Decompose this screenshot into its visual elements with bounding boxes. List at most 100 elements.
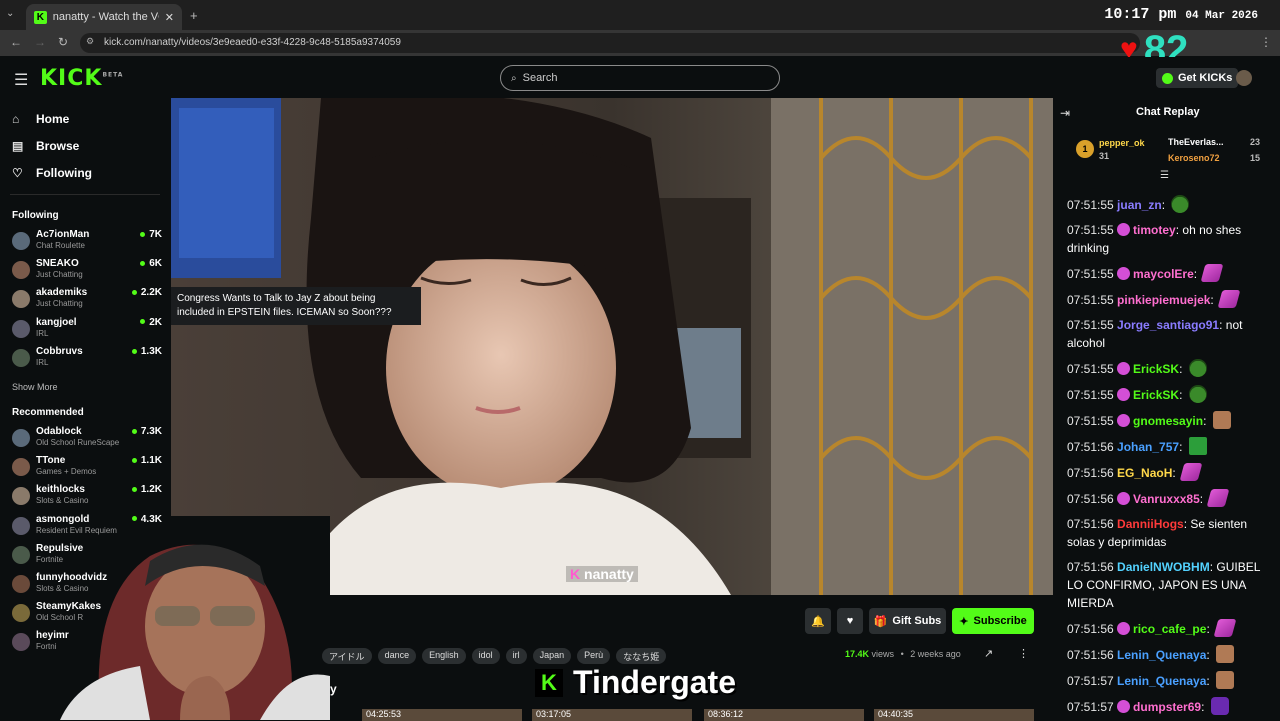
message-username[interactable]: gnomesayin (1133, 414, 1203, 428)
channel-category: Chat Roulette (36, 241, 85, 250)
sidebar-channel-item[interactable]: keithlocks Slots & Casino 1.2K (12, 484, 162, 512)
gift-icon: 🎁 (873, 615, 888, 628)
menu-icon[interactable]: ☰ (14, 70, 28, 90)
sidebar-channel-item[interactable]: SNEAKO Just Chatting 6K (12, 258, 162, 286)
channel-viewers: 2K (140, 317, 162, 328)
channel-avatar (12, 545, 30, 564)
tag-chip[interactable]: Perù (577, 648, 611, 664)
message-username[interactable]: maycolEre (1133, 267, 1194, 281)
message-colon: : (1179, 440, 1186, 454)
channel-name: Cobbruvs (36, 345, 83, 357)
subscriber-badge-icon (1117, 700, 1131, 713)
reload-icon[interactable]: ↻ (58, 35, 68, 49)
sidebar-channel-item[interactable]: funnyhoodvidz Slots & Casino (12, 572, 162, 600)
sidebar-channel-item[interactable]: Odablock Old School RuneScape 7.3K (12, 426, 162, 454)
chat-message: 07:51:55 ErickSK: (1067, 385, 1274, 404)
message-username[interactable]: rico_cafe_pe (1133, 622, 1206, 636)
sidebar-channel-item[interactable]: Repulsive Fortnite (12, 543, 162, 571)
sidebar-channel-item[interactable]: Ac7ionMan Chat Roulette 7K (12, 229, 162, 257)
sidebar-channel-item[interactable]: akademiks Just Chatting 2.2K (12, 287, 162, 315)
search-placeholder: Search (522, 72, 558, 84)
message-timestamp: 07:51:55 (1067, 267, 1118, 281)
clock-date: 04 Mar 2026 (1185, 10, 1258, 22)
channel-avatar (12, 487, 30, 506)
message-username[interactable]: Lenin_Quenaya (1117, 674, 1206, 688)
url-field[interactable]: kick.com/nanatty/videos/3e9eaed0-e33f-42… (80, 33, 1140, 53)
get-kicks-button[interactable]: Get KICKs (1156, 68, 1239, 88)
message-timestamp: 07:51:55 (1067, 414, 1118, 428)
tab-list-icon[interactable]: ⌄ (6, 8, 14, 19)
sidebar-channel-item[interactable]: SteamyKakes Old School R (12, 601, 162, 629)
nav-label: Home (36, 112, 70, 126)
clock-overlay: 10:17 pm 04 Mar 2026 (1104, 6, 1258, 23)
chat-filter-icon[interactable]: ☰ (1160, 170, 1169, 181)
user-avatar[interactable] (1236, 70, 1252, 86)
message-username[interactable]: ErickSK (1133, 388, 1179, 402)
kick-logo[interactable]: KICKBETA (40, 66, 123, 91)
overlay-text: Tindergate (573, 664, 736, 700)
new-tab-icon[interactable]: + (190, 8, 198, 23)
message-username[interactable]: timotey (1133, 223, 1176, 237)
message-username[interactable]: DanielNWOBHM (1117, 560, 1210, 574)
message-username[interactable]: dumpster69 (1133, 700, 1201, 714)
browser-tab[interactable]: K nanatty - Watch the VOD o ✕ (26, 4, 182, 30)
tag-chip[interactable]: アイドル (322, 648, 372, 664)
tag-chip[interactable]: dance (377, 648, 417, 664)
hand-emote-icon (1217, 290, 1241, 308)
message-username[interactable]: ErickSK (1133, 362, 1179, 376)
sidebar-channel-item[interactable]: kangjoel IRL 2K (12, 317, 162, 345)
sidebar-channel-item[interactable]: asmongold Resident Evil Requiem 4.3K (12, 514, 162, 542)
tag-chip[interactable]: idol (471, 648, 500, 664)
gift-leaderboard: 1 pepper_ok 31 TheEverlas... 23 Keroseno… (1076, 136, 1271, 168)
browser-menu-icon[interactable]: ⋮ (1260, 35, 1272, 49)
close-tab-icon[interactable]: ✕ (165, 11, 174, 24)
related-video-thumbnail[interactable]: 04:40:35 (874, 709, 1034, 721)
sidebar-nav-home[interactable]: ⌂ Home (12, 112, 69, 126)
subscribe-button[interactable]: ✦ Subscribe (952, 608, 1034, 634)
sidebar-channel-item[interactable]: heyimr Fortni (12, 630, 162, 658)
message-username[interactable]: juan_zn (1117, 198, 1162, 212)
message-username[interactable]: pinkiepiemuejek (1117, 293, 1210, 307)
more-options-icon[interactable]: ⋮ (1018, 647, 1029, 660)
tag-chip[interactable]: ななち姫 (616, 648, 667, 664)
share-icon[interactable]: ↗ (984, 647, 993, 660)
message-username[interactable]: DanniiHogs (1117, 517, 1184, 531)
tag-chip[interactable]: Japan (532, 648, 572, 664)
notification-bell-button[interactable]: 🔔 (805, 608, 831, 634)
sidebar-nav-browse[interactable]: ▤ Browse (12, 139, 79, 153)
message-timestamp: 07:51:55 (1067, 362, 1118, 376)
subscriber-badge-icon (1117, 267, 1131, 280)
related-video-thumbnail[interactable]: 03:17:05 (532, 709, 692, 721)
search-input[interactable]: ⌕ Search (500, 65, 780, 91)
get-kicks-label: Get KICKs (1178, 72, 1233, 84)
related-video-thumbnail[interactable]: 08:36:12 (704, 709, 864, 721)
chat-message: 07:51:56 Vanruxxx85: (1067, 489, 1274, 508)
channel-category: Fortnite (36, 554, 64, 564)
collapse-chat-icon[interactable]: ⇥ (1060, 106, 1070, 120)
message-username[interactable]: Lenin_Quenaya (1117, 648, 1206, 662)
message-username[interactable]: EG_NaoH (1117, 466, 1172, 480)
chat-message: 07:51:55 juan_zn: (1067, 195, 1274, 214)
message-username[interactable]: Vanruxxx85 (1133, 492, 1200, 506)
channel-viewers: 7K (140, 229, 162, 240)
chat-message: 07:51:56 DanielNWOBHM: GUIBEL LO CONFIRM… (1067, 558, 1274, 612)
related-video-thumbnail[interactable]: 04:25:53 (362, 709, 522, 721)
tag-chip[interactable]: irl (505, 648, 527, 664)
face-emote-icon (1216, 671, 1235, 689)
gift-subs-button[interactable]: 🎁 Gift Subs (869, 608, 946, 634)
tag-chip[interactable]: English (422, 648, 466, 664)
sidebar-nav-following[interactable]: ♡ Following (12, 166, 92, 180)
channel-category: Old School R (36, 613, 84, 623)
show-more-link[interactable]: Show More (12, 382, 58, 392)
channel-name: SteamyKakes (36, 601, 102, 613)
message-username[interactable]: Johan_757 (1117, 440, 1179, 454)
follow-heart-button[interactable]: ♥ (837, 608, 863, 634)
pepe-emote-icon (1188, 359, 1207, 377)
sidebar-channel-item[interactable]: Cobbruvs IRL 1.3K (12, 346, 162, 374)
site-info-icon[interactable]: ⚙ (86, 36, 94, 47)
leader-count: 15 (1250, 153, 1261, 163)
back-icon[interactable]: ← (10, 35, 22, 49)
forward-icon[interactable]: → (34, 35, 46, 49)
sidebar-channel-item[interactable]: TTone Games + Demos 1.1K (12, 455, 162, 483)
message-username[interactable]: Jorge_santiago91 (1117, 318, 1219, 332)
